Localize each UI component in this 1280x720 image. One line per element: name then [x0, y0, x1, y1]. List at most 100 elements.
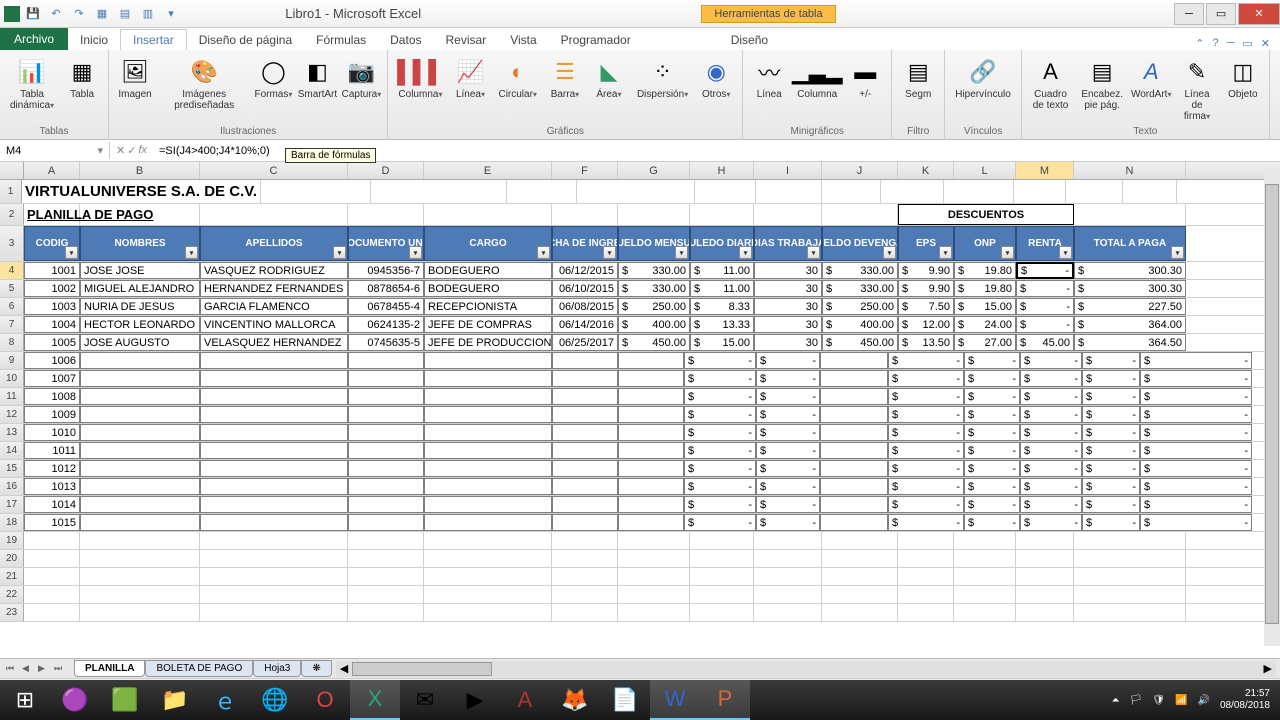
cell[interactable]: $-	[964, 496, 1020, 513]
cell[interactable]	[820, 478, 888, 495]
cell[interactable]	[348, 460, 424, 477]
cell[interactable]: $-	[1082, 370, 1140, 387]
table-header[interactable]: APELLIDOS▾	[200, 226, 348, 261]
codigo-cell[interactable]: 1014	[24, 496, 80, 513]
cell[interactable]	[80, 204, 200, 225]
taskbar-app[interactable]: 📄	[600, 680, 650, 720]
filter-button[interactable]: ▾	[65, 246, 78, 259]
cell[interactable]	[1074, 204, 1186, 225]
cell[interactable]	[1066, 180, 1123, 203]
network-icon[interactable]: 📶	[1175, 695, 1187, 706]
cell[interactable]	[80, 568, 200, 585]
sheet-tab-planilla[interactable]: PLANILLA	[74, 660, 145, 677]
textbox-button[interactable]: ACuadro de texto	[1028, 54, 1073, 113]
cell[interactable]: $-	[1020, 514, 1082, 531]
system-clock[interactable]: 21:5708/08/2018	[1220, 688, 1270, 712]
cell[interactable]	[80, 586, 200, 603]
row-header[interactable]: 16	[0, 478, 24, 495]
cell[interactable]	[756, 180, 822, 203]
tray-up-icon[interactable]: ⏶	[1112, 695, 1120, 706]
cell[interactable]: $-	[1020, 370, 1082, 387]
sparkline-line-button[interactable]: 〰Línea	[749, 54, 789, 102]
row-header[interactable]: 11	[0, 388, 24, 405]
col-header[interactable]: L	[954, 162, 1016, 179]
tab-datos[interactable]: Datos	[378, 30, 433, 50]
fx-icon[interactable]: fx	[138, 144, 147, 157]
cell[interactable]	[1016, 532, 1074, 549]
new-sheet-button[interactable]: ❋	[301, 660, 331, 677]
cell[interactable]	[754, 550, 822, 567]
cell[interactable]	[618, 424, 684, 441]
table-header[interactable]: NOMBRES▾	[80, 226, 200, 261]
cell[interactable]: $-	[684, 496, 756, 513]
cell[interactable]	[80, 478, 200, 495]
company-title[interactable]: VIRTUALUNIVERSE S.A. DE C.V.	[22, 180, 261, 203]
documento-cell[interactable]: 0945356-7	[348, 262, 424, 279]
table-header[interactable]: DIAS TRABAJA▾	[754, 226, 822, 261]
onp-cell[interactable]: $19.80	[954, 280, 1016, 297]
documento-cell[interactable]: 0624135-2	[348, 316, 424, 333]
sheet-tab-boleta[interactable]: BOLETA DE PAGO	[145, 660, 253, 677]
total-cell[interactable]: $227.50	[1074, 298, 1186, 315]
sueldo-mensual-cell[interactable]: $450.00	[618, 334, 690, 351]
sueldo-devengado-cell[interactable]: $330.00	[822, 280, 898, 297]
renta-cell[interactable]: $-	[1016, 298, 1074, 315]
cell[interactable]	[822, 180, 881, 203]
cell[interactable]	[822, 604, 898, 621]
cell[interactable]: $-	[1082, 514, 1140, 531]
codigo-cell[interactable]: 1008	[24, 388, 80, 405]
cell[interactable]	[1074, 568, 1186, 585]
cell[interactable]	[552, 514, 618, 531]
cell[interactable]	[200, 496, 348, 513]
eps-cell[interactable]: $13.50	[898, 334, 954, 351]
cell[interactable]	[261, 180, 371, 203]
cell[interactable]: $-	[1140, 406, 1252, 423]
codigo-cell[interactable]: 1001	[24, 262, 80, 279]
fecha-cell[interactable]: 06/12/2015	[552, 262, 618, 279]
cell[interactable]	[424, 550, 552, 567]
codigo-cell[interactable]: 1002	[24, 280, 80, 297]
cargo-cell[interactable]: BODEGUERO	[424, 262, 552, 279]
cell[interactable]	[552, 406, 618, 423]
cell[interactable]	[348, 352, 424, 369]
tab-vista[interactable]: Vista	[498, 30, 548, 50]
cell[interactable]: $-	[964, 478, 1020, 495]
cell[interactable]: $-	[888, 442, 964, 459]
cell[interactable]	[552, 442, 618, 459]
col-header[interactable]: H	[690, 162, 754, 179]
sueldo-diario-cell[interactable]: $11.00	[690, 262, 754, 279]
row-header[interactable]: 8	[0, 334, 24, 351]
filter-button[interactable]: ▾	[185, 246, 198, 259]
cell[interactable]	[80, 532, 200, 549]
sueldo-diario-cell[interactable]: $15.00	[690, 334, 754, 351]
table-header[interactable]: CARGO▾	[424, 226, 552, 261]
sheet-nav-last-icon[interactable]: ⏭	[54, 663, 68, 674]
enter-formula-icon[interactable]: ✓	[127, 144, 136, 157]
cell[interactable]	[822, 568, 898, 585]
sheet-nav-next-icon[interactable]: ▶	[38, 663, 52, 674]
bar-chart-button[interactable]: ☰Barra	[545, 54, 585, 102]
cell[interactable]	[820, 370, 888, 387]
cargo-cell[interactable]: BODEGUERO	[424, 280, 552, 297]
cell[interactable]	[348, 478, 424, 495]
cell[interactable]	[618, 532, 690, 549]
cell[interactable]: $-	[684, 352, 756, 369]
cell[interactable]: $-	[1082, 496, 1140, 513]
col-header[interactable]: G	[618, 162, 690, 179]
cell[interactable]	[200, 442, 348, 459]
mail-icon[interactable]: ✉	[400, 680, 450, 720]
cell[interactable]	[348, 604, 424, 621]
volume-icon[interactable]: 🔊	[1197, 695, 1209, 706]
table-header[interactable]: ONP▾	[954, 226, 1016, 261]
renta-cell[interactable]: $45.00	[1016, 334, 1074, 351]
tab-formulas[interactable]: Fórmulas	[304, 30, 378, 50]
cell[interactable]	[954, 532, 1016, 549]
cell[interactable]	[1014, 180, 1066, 203]
cell[interactable]	[1074, 586, 1186, 603]
row-header[interactable]: 1	[0, 180, 22, 203]
sheet-tab-hoja3[interactable]: Hoja3	[253, 660, 301, 677]
cell[interactable]: $-	[1020, 424, 1082, 441]
cell[interactable]	[1016, 550, 1074, 567]
file-explorer-icon[interactable]: 📁	[150, 680, 200, 720]
cell[interactable]	[348, 568, 424, 585]
